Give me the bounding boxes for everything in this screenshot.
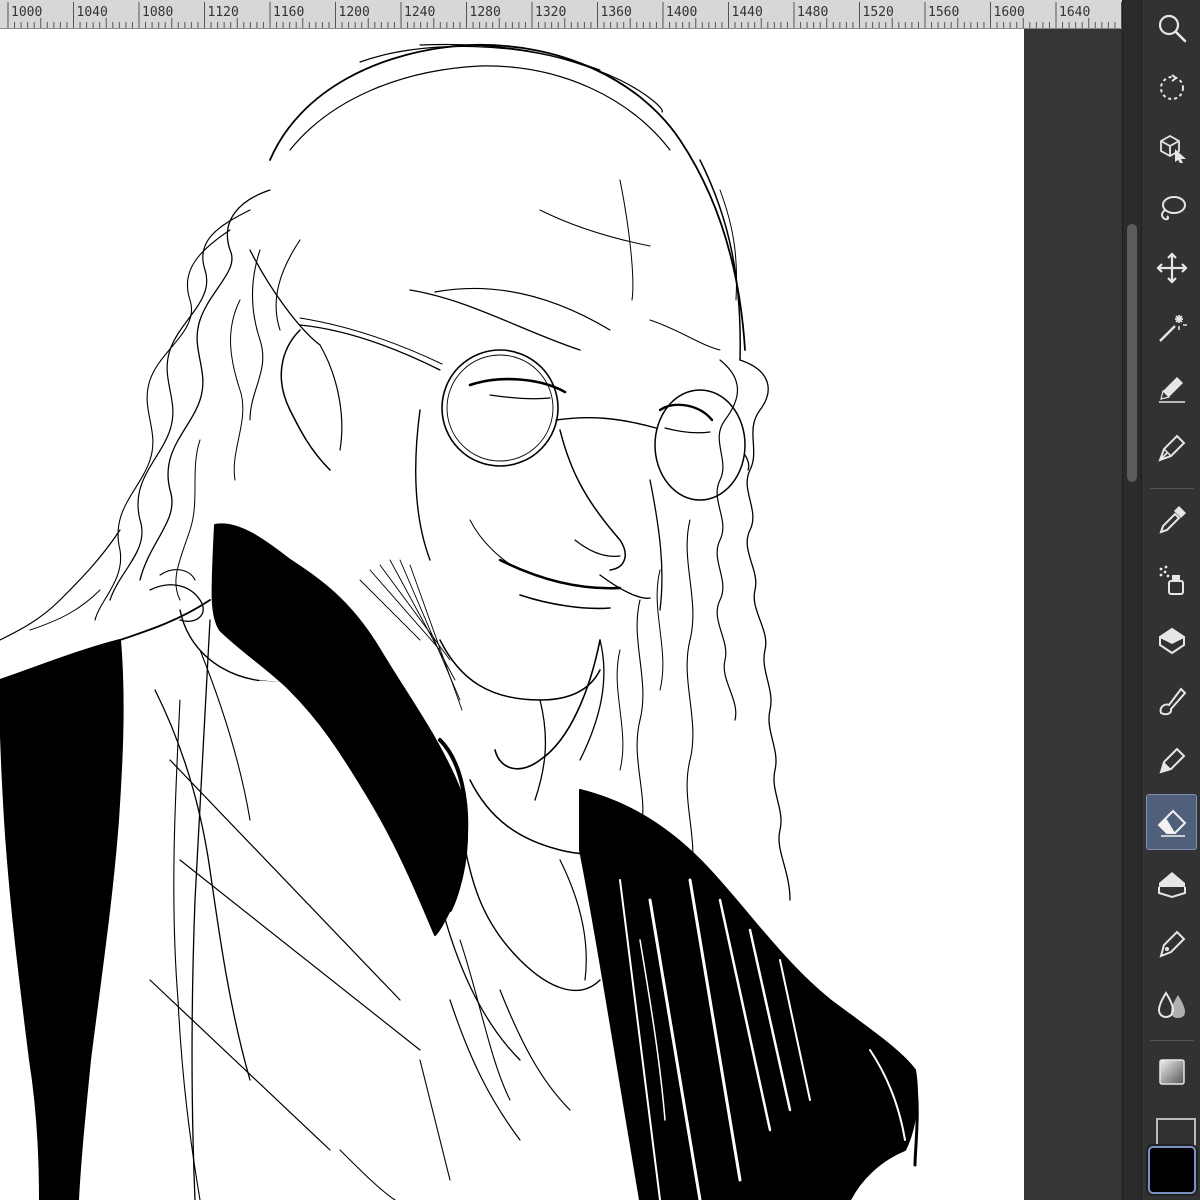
rotate-icon: [1159, 74, 1184, 100]
airbrush-tool-button[interactable]: [1146, 552, 1197, 608]
ruler-label: 1600: [993, 5, 1025, 20]
zoom-tool-button[interactable]: [1146, 0, 1197, 56]
rotate-tool-button[interactable]: [1146, 60, 1197, 116]
eraser-icon: [1157, 809, 1186, 837]
scrollbar-thumb[interactable]: [1127, 224, 1137, 482]
ruler-label: 1280: [469, 5, 501, 20]
ruler-label: 1120: [207, 5, 239, 20]
main-color-swatch[interactable]: [1148, 1146, 1196, 1194]
ruler-label: 1240: [404, 5, 436, 20]
ruler-label: 1200: [338, 5, 370, 20]
ruler-label: 1360: [600, 5, 632, 20]
canvas-workspace[interactable]: [0, 29, 1122, 1200]
ruler-label: 1320: [535, 5, 567, 20]
ruler-label: 1440: [731, 5, 763, 20]
tool-separator: [1150, 488, 1194, 489]
fill-tool-button[interactable]: [1146, 856, 1197, 912]
ruler-label: 1080: [142, 5, 174, 20]
ruler-label: 1520: [862, 5, 894, 20]
vector-pen-tool-button[interactable]: [1146, 916, 1197, 972]
pencil-tool-button[interactable]: [1146, 360, 1197, 416]
tool-separator: [1150, 1040, 1194, 1041]
vertical-scrollbar[interactable]: [1122, 0, 1141, 1200]
magnifier-icon: [1158, 14, 1186, 43]
vector-pen-icon: [1159, 930, 1185, 958]
fill-bucket-icon: [1157, 872, 1186, 899]
pen-tool-button[interactable]: [1146, 420, 1197, 476]
brush-tool-button[interactable]: [1146, 672, 1197, 728]
blend-tool-button[interactable]: [1146, 976, 1197, 1032]
object-select-icon: [1159, 134, 1186, 163]
gradient-tool-button[interactable]: [1146, 1044, 1197, 1100]
operation-tool-button[interactable]: [1146, 120, 1197, 176]
horizontal-ruler: 1000 1040 1080 1120 1160 1200 1240 1280 1320 1360…: [0, 0, 1122, 29]
ruler-label: 1640: [1059, 5, 1091, 20]
marker-icon: [1159, 747, 1185, 774]
lasso-icon: [1160, 196, 1186, 221]
ruler-label: 1040: [76, 5, 108, 20]
ruler-label: 1560: [928, 5, 960, 20]
gradient-icon: [1158, 1059, 1185, 1085]
marker-tool-button[interactable]: [1146, 732, 1197, 788]
ruler-label: 1160: [273, 5, 305, 20]
decoration-icon: [1158, 627, 1185, 655]
ruler-label: 1400: [666, 5, 698, 20]
eyedropper-tool-button[interactable]: [1146, 492, 1197, 548]
move-tool-button[interactable]: [1146, 240, 1197, 296]
pencil-icon: [1158, 377, 1185, 403]
ruler-label: 1000: [11, 5, 43, 20]
ruler-label: 1480: [797, 5, 829, 20]
canvas-paper[interactable]: [0, 29, 1024, 1200]
brush-icon: [1159, 687, 1186, 716]
move-icon: [1155, 252, 1188, 284]
auto-select-tool-button[interactable]: [1146, 300, 1197, 356]
eyedropper-icon: [1158, 506, 1186, 534]
tool-palette: [1141, 0, 1200, 1200]
lasso-tool-button[interactable]: [1146, 180, 1197, 236]
decoration-tool-button[interactable]: [1146, 612, 1197, 668]
sketch-artwork: [0, 43, 919, 1200]
blend-drops-icon: [1157, 991, 1185, 1019]
airbrush-icon: [1159, 565, 1184, 595]
pen-icon: [1157, 434, 1185, 462]
eraser-tool-button[interactable]: [1146, 794, 1197, 850]
magic-wand-icon: [1158, 315, 1187, 342]
